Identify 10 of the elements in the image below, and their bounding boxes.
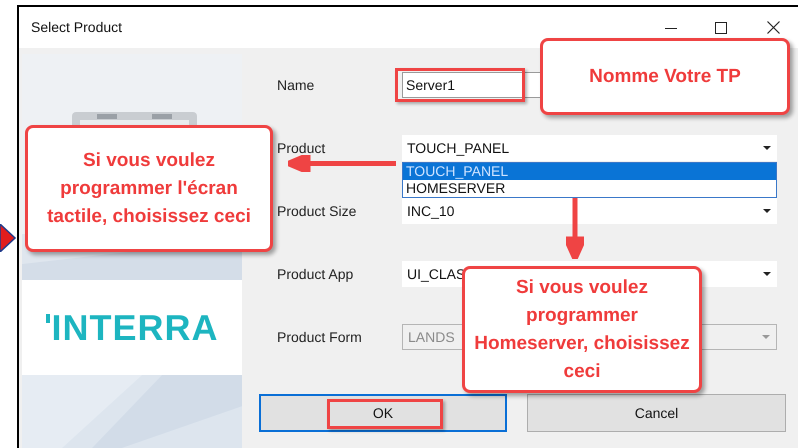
logo: INTERRA [52,306,218,350]
field-label: Product Form [277,328,363,346]
field-label: Product [277,138,326,158]
annotation-tooltip: Si vous voulez programmer Homeserver, choisissez ceci [462,266,702,393]
field-label: Product Size [277,202,358,220]
annotation-tooltip: Si vous voulez programmer l'écran tactile, choisissez ceci [25,125,273,252]
field-label: Product App [277,264,354,284]
window-title: Select Product [30,18,124,37]
annotation-tooltip: Nomme Votre TP [540,38,790,115]
field-label: Name [277,76,316,94]
